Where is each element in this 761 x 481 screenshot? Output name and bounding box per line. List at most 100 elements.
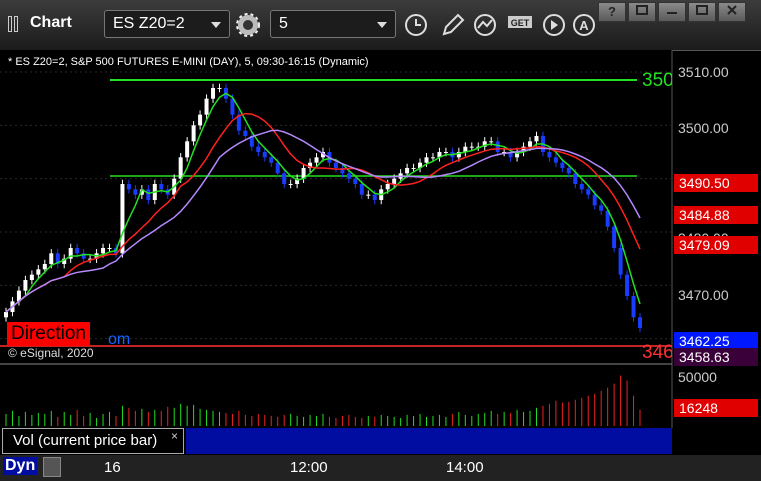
time-tick: 14:00	[446, 459, 484, 476]
restore-button[interactable]	[628, 2, 656, 22]
maximize-button[interactable]	[688, 2, 716, 22]
candle-body	[353, 178, 358, 184]
svg-text:A: A	[579, 18, 589, 33]
window-title: Chart	[30, 14, 72, 31]
minimize-button[interactable]	[658, 2, 686, 22]
candle-body	[133, 189, 138, 195]
candle-body	[625, 274, 630, 296]
link-icon[interactable]	[8, 16, 22, 32]
study-bar	[186, 428, 672, 454]
interval-field[interactable]: 5	[270, 10, 396, 38]
candle-body	[185, 141, 190, 158]
candle-body	[211, 88, 216, 99]
candle-body	[443, 152, 448, 153]
study-icon[interactable]	[472, 12, 500, 38]
price-tag: 3484.88	[674, 206, 758, 224]
candle-body	[275, 162, 280, 174]
gear-icon[interactable]	[234, 12, 262, 38]
time-tick: 16	[104, 459, 121, 476]
restore-icon	[636, 5, 648, 15]
candle-body	[42, 264, 47, 270]
copyright: © eSignal, 2020	[8, 346, 94, 360]
plot-area	[0, 50, 672, 428]
candle-body	[126, 184, 131, 190]
play-icon[interactable]	[540, 12, 568, 38]
candle-body	[534, 136, 539, 142]
volume-panel-label: Vol (current price bar)	[2, 428, 184, 454]
candle-body	[392, 178, 397, 184]
interval-value: 5	[279, 15, 288, 32]
candle-body	[314, 157, 319, 163]
candle-body	[560, 162, 565, 168]
svg-text:GET: GET	[511, 18, 530, 28]
clock-icon[interactable]	[402, 12, 430, 38]
level-label: 346	[642, 342, 672, 363]
pencil-icon[interactable]	[438, 12, 466, 38]
candle-body	[592, 194, 597, 206]
candle-body	[191, 125, 196, 142]
candle-body	[547, 152, 552, 158]
candle-body	[489, 141, 494, 143]
alert-icon[interactable]: A	[570, 12, 598, 38]
level-label: 350	[642, 70, 672, 91]
candle-body	[146, 189, 151, 200]
candle-body	[243, 130, 248, 136]
candle-body	[612, 226, 617, 248]
candle-body	[528, 141, 533, 147]
candle-body	[359, 184, 364, 195]
candle-body	[178, 157, 183, 179]
candle-body	[372, 194, 377, 200]
volume-tick: 50000	[678, 369, 717, 385]
candle-body	[579, 184, 584, 190]
direction-tail: om	[108, 331, 131, 348]
candle-body	[631, 296, 636, 318]
candle-body	[573, 173, 578, 184]
candle-body	[599, 205, 604, 211]
candle-body	[282, 173, 287, 184]
dynamic-button[interactable]: Dyn	[3, 457, 38, 475]
chart-legend: * ES Z20=2, S&P 500 FUTURES E-MINI (DAY)…	[8, 56, 369, 68]
price-chart[interactable]	[0, 50, 761, 455]
candle-body	[23, 280, 28, 291]
close-icon[interactable]: ×	[171, 429, 178, 443]
candle-body	[49, 253, 54, 264]
price-tag: 3458.63	[674, 348, 758, 366]
price-tag: 3479.09	[674, 236, 758, 254]
title-bar: Chart ES Z20=2 5 GET A ?	[0, 0, 761, 51]
candle-body	[333, 162, 338, 168]
symbol-value: ES Z20=2	[113, 15, 185, 32]
time-tick: 12:00	[290, 459, 328, 476]
candle-body	[385, 184, 390, 190]
candle-body	[424, 157, 429, 163]
get-data-icon[interactable]: GET	[506, 12, 534, 38]
settings-icon[interactable]	[43, 457, 61, 477]
candle-body	[256, 146, 261, 152]
minimize-icon	[667, 12, 677, 14]
candle-body	[204, 98, 209, 115]
candle-body	[405, 168, 410, 174]
candle-body	[217, 88, 222, 89]
candle-body	[198, 114, 203, 126]
price-tick: 3500.00	[678, 120, 729, 136]
candle-body	[159, 184, 164, 190]
candle-body	[4, 312, 8, 318]
candle-body	[469, 146, 474, 148]
candle-body	[586, 189, 591, 195]
candle-body	[29, 274, 34, 280]
help-button[interactable]: ?	[598, 2, 626, 22]
close-button[interactable]	[718, 2, 746, 22]
candle-body	[495, 141, 500, 152]
candle-body	[107, 248, 112, 249]
candle-body	[566, 168, 571, 174]
candle-body	[36, 269, 41, 275]
price-tick: 3470.00	[678, 287, 729, 303]
candle-body	[411, 168, 416, 169]
candle-body	[269, 157, 274, 163]
symbol-field[interactable]: ES Z20=2	[104, 10, 230, 38]
close-icon	[727, 5, 737, 15]
candle-body	[638, 317, 642, 328]
candle-body	[288, 184, 293, 185]
direction-label: Direction	[7, 322, 90, 346]
candle-body	[120, 184, 125, 254]
candle-body	[553, 157, 558, 163]
